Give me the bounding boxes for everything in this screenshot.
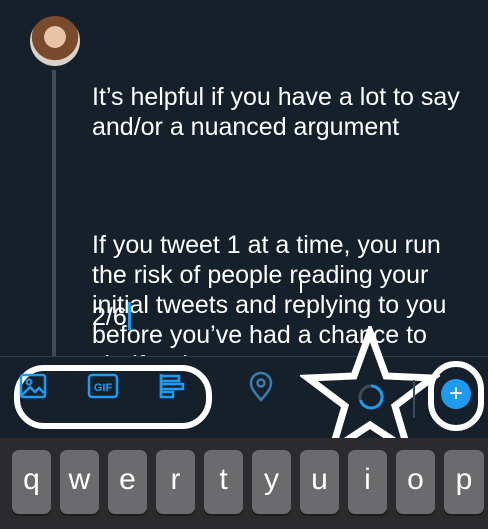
plus-icon: + [448, 380, 463, 407]
location-pin-icon[interactable] [246, 371, 276, 408]
key-u[interactable]: u [300, 450, 339, 514]
add-tweet-highlight: + [428, 361, 484, 431]
thread-counter: 2/6 [92, 302, 131, 332]
image-icon[interactable] [18, 371, 48, 401]
key-e[interactable]: e [108, 450, 147, 514]
gif-label: GIF [94, 382, 113, 394]
poll-icon[interactable] [156, 371, 186, 401]
gif-icon[interactable]: GIF [87, 371, 119, 401]
tweet-paragraph-1: It’s helpful if you have a lot to say an… [92, 83, 467, 141]
thread-line [52, 70, 56, 360]
key-r[interactable]: r [156, 450, 195, 514]
key-y[interactable]: y [252, 450, 291, 514]
key-w[interactable]: w [60, 450, 99, 514]
character-progress-ring [356, 382, 386, 417]
key-i[interactable]: i [348, 450, 387, 514]
ibeam-cursor [300, 280, 302, 293]
add-tweet-button[interactable]: + [441, 379, 471, 409]
key-o[interactable]: o [396, 450, 435, 514]
text-caret [127, 302, 131, 330]
key-q[interactable]: q [12, 450, 51, 514]
keyboard: q w e r t y u i o p [0, 438, 488, 529]
thread-counter-text: 2/6 [92, 303, 127, 331]
key-p[interactable]: p [444, 450, 484, 514]
compose-area[interactable]: It’s helpful if you have a lot to say an… [0, 0, 488, 379]
avatar [30, 16, 80, 66]
key-t[interactable]: t [204, 450, 243, 514]
toolbar-divider [413, 380, 415, 418]
